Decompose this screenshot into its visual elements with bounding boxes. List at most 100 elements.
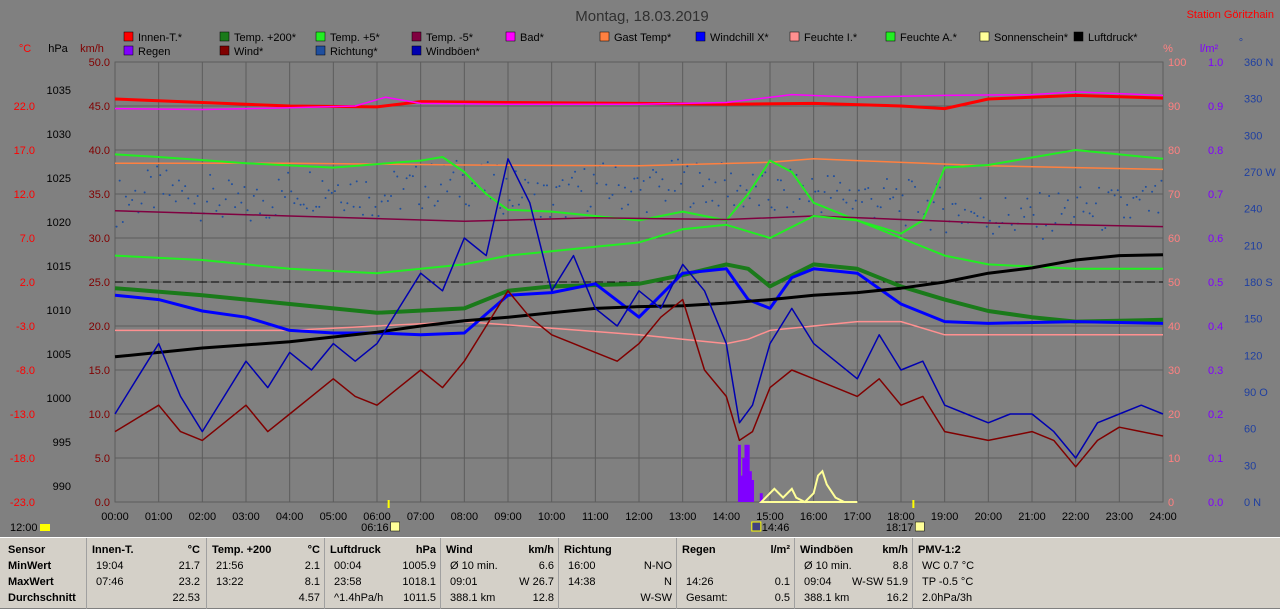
series-richtung-point <box>1157 211 1160 214</box>
series-richtung-point <box>901 194 904 197</box>
series-richtung-point <box>705 201 708 204</box>
celsius-tick: 12.0 <box>14 189 35 201</box>
stats-line-value: 23.2 <box>178 576 200 588</box>
series-richtung-point <box>552 203 555 206</box>
stats-line-value: 6.6 <box>538 560 554 572</box>
series-richtung-point <box>511 204 514 207</box>
sunset-label: 18:17 <box>886 522 914 534</box>
series-richtung-point <box>436 200 439 203</box>
series-richtung-point <box>1066 199 1069 202</box>
rain-tick: 0.0 <box>1208 497 1223 509</box>
celsius-tick: 22.0 <box>14 101 35 113</box>
rain-tick: 0.2 <box>1208 409 1223 421</box>
series-richtung-point <box>124 195 127 198</box>
kmh-tick: 5.0 <box>95 453 110 465</box>
series-richtung-point <box>321 179 324 182</box>
stats-row-labels: Sensor MinWert MaxWert Durchschnitt <box>8 542 88 606</box>
series-richtung-point <box>692 202 695 205</box>
series-richtung-point <box>1107 191 1110 194</box>
series-richtung-point <box>377 214 380 217</box>
kmh-tick: 35.0 <box>89 189 110 201</box>
series-richtung-point <box>1023 215 1026 218</box>
series-richtung-point <box>156 165 159 168</box>
column-unit: hPa <box>415 544 436 556</box>
series-richtung-point <box>143 191 146 194</box>
series-richtung-point <box>767 198 770 201</box>
series-richtung-point <box>234 206 237 209</box>
series-richtung-point <box>754 185 757 188</box>
sunrise-label: 06:16 <box>361 522 389 534</box>
stats-line-label: 14:26 <box>686 576 714 588</box>
series-richtung-point <box>1035 225 1038 228</box>
series-richtung-point <box>892 196 895 199</box>
stats-line: 13:22 8.1 <box>212 574 320 590</box>
series-richtung-point <box>215 209 218 212</box>
kmh-tick: 30.0 <box>89 233 110 245</box>
series-richtung-point <box>655 171 658 174</box>
series-richtung-point <box>327 189 330 192</box>
celsius-tick: -3.0 <box>16 321 35 333</box>
series-richtung-point <box>280 189 283 192</box>
series-richtung-point <box>926 199 929 202</box>
stats-line: 14:26 0.1 <box>682 574 790 590</box>
series-richtung-point <box>365 180 368 183</box>
stats-line-label: 2.0hPa/3h <box>922 592 973 604</box>
series-richtung-point <box>932 201 935 204</box>
series-richtung-point <box>1126 203 1129 206</box>
series-richtung-point <box>907 178 910 181</box>
series-richtung-point <box>985 225 988 228</box>
rain-tick: 0.6 <box>1208 233 1223 245</box>
series-richtung-point <box>574 170 577 173</box>
series-richtung-point <box>405 177 408 180</box>
kmh-unit: km/h <box>80 43 104 55</box>
series-richtung-point <box>555 186 558 189</box>
series-richtung-point <box>1026 197 1029 200</box>
series-richtung-point <box>882 187 885 190</box>
rain-tick: 0.7 <box>1208 189 1223 201</box>
stats-column-header: Richtung <box>564 542 672 558</box>
legend-swatch <box>219 31 230 42</box>
series-richtung-point <box>259 212 262 215</box>
time-tick-label: 10:00 <box>538 511 566 523</box>
series-richtung-point <box>577 185 580 188</box>
rain-tick: 0.4 <box>1208 321 1223 333</box>
series-richtung-point <box>876 205 879 208</box>
series-richtung-point <box>586 210 589 213</box>
stats-line-label: TP -0.5 °C <box>922 576 974 588</box>
series-richtung-point <box>889 197 892 200</box>
series-richtung-point <box>580 190 583 193</box>
statistics-panel: Sensor MinWert MaxWert Durchschnitt Inne… <box>0 537 1280 609</box>
legend-swatch <box>695 31 706 42</box>
column-unit: °C <box>307 544 320 556</box>
series-richtung-point <box>1123 216 1126 219</box>
stats-line: Ø 10 min. 6.6 <box>446 558 554 574</box>
hpa-tick: 1000 <box>47 393 71 405</box>
dir-tick: 240 <box>1244 204 1262 216</box>
stats-line: Gesamt: 0.5 <box>682 590 790 606</box>
series-richtung-point <box>1076 196 1079 199</box>
celsius-tick: -8.0 <box>16 365 35 377</box>
series-richtung-point <box>492 173 495 176</box>
celsius-tick: 2.0 <box>20 277 35 289</box>
series-richtung-point <box>817 190 820 193</box>
series-richtung-point <box>1135 195 1138 198</box>
legend-swatch <box>789 31 800 42</box>
series-richtung-point <box>1063 206 1066 209</box>
series-richtung-point <box>730 172 733 175</box>
rain-tick: 0.3 <box>1208 365 1223 377</box>
stats-line-value: 2.1 <box>304 560 320 572</box>
series-richtung-point <box>673 189 676 192</box>
series-richtung-point <box>1029 206 1032 209</box>
rain-tick: 0.9 <box>1208 101 1223 113</box>
percent-tick: 80 <box>1168 145 1180 157</box>
series-richtung-point <box>826 174 829 177</box>
series-richtung-point <box>617 184 620 187</box>
series-richtung-point <box>558 185 561 188</box>
series-richtung-point <box>836 189 839 192</box>
stats-column-header: Temp. +200 °C <box>212 542 320 558</box>
series-richtung-point <box>349 183 352 186</box>
kmh-tick: 40.0 <box>89 145 110 157</box>
time-tick-label: 00:00 <box>101 511 129 523</box>
stats-line: 388.1 km 12.8 <box>446 590 554 606</box>
stats-line-value: N-NO <box>643 560 672 572</box>
